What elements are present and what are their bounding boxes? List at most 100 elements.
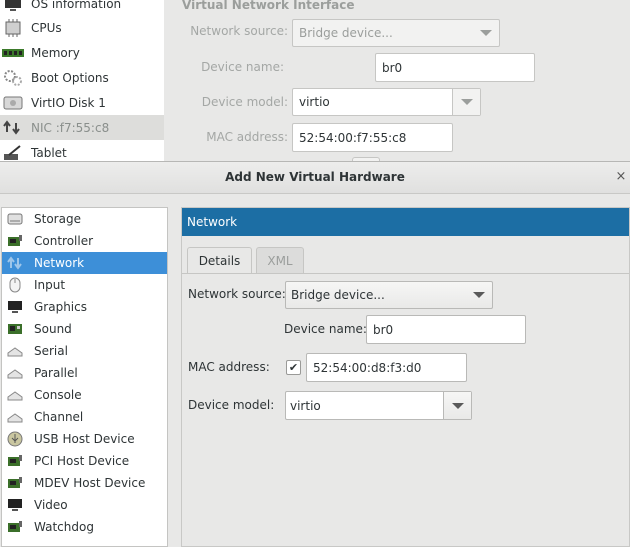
sidebar-item-label: Boot Options [31, 70, 109, 85]
sidebar-item-virtio-disk[interactable]: VirtIO Disk 1 [0, 90, 164, 115]
mouse-icon [7, 277, 23, 293]
mac-address-field[interactable]: 52:54:00:f7:55:c8 [292, 123, 453, 152]
device-name-field[interactable]: br0 [366, 315, 526, 344]
monitor-icon [2, 0, 24, 13]
chevron-down-icon [473, 292, 485, 298]
device-model-combo[interactable]: virtio [285, 391, 472, 420]
combo-toggle[interactable] [443, 392, 471, 419]
list-item-video[interactable]: Video [2, 494, 167, 516]
list-item-label: Video [34, 498, 68, 512]
list-item-sound[interactable]: Sound [2, 318, 167, 340]
sidebar-item-nic[interactable]: NIC :f7:55:c8 [0, 115, 164, 140]
gears-icon [2, 69, 24, 87]
list-item-console[interactable]: Console [2, 384, 167, 406]
chevron-down-icon [451, 402, 464, 409]
storage-icon [7, 211, 23, 227]
network-source-combo[interactable]: Bridge device... [285, 281, 493, 309]
network-source-label: Network source: [190, 24, 288, 38]
network-source-value: Bridge device... [299, 26, 393, 40]
parallel-icon [7, 365, 23, 381]
cpu-icon [2, 18, 24, 37]
list-item-watchdog[interactable]: Watchdog [2, 516, 167, 538]
sidebar-item-cpus[interactable]: CPUs [0, 15, 164, 40]
list-item-parallel[interactable]: Parallel [2, 362, 167, 384]
memory-icon [2, 44, 24, 62]
network-config-pane: Network Details XML Network source: Brid… [181, 207, 630, 547]
sidebar-item-label: VirtIO Disk 1 [31, 95, 106, 110]
dialog-titlebar[interactable]: Add New Virtual Hardware × [0, 162, 630, 194]
list-item-label: Storage [34, 212, 81, 226]
list-item-usb-host-device[interactable]: USB Host Device [2, 428, 167, 450]
display-icon [7, 299, 23, 315]
list-item-label: Serial [34, 344, 68, 358]
list-item-label: MDEV Host Device [34, 476, 146, 490]
nic-icon [2, 119, 24, 137]
list-item-label: PCI Host Device [34, 454, 130, 468]
tab-divider [182, 273, 629, 274]
watchdog-icon [7, 519, 23, 535]
tab-xml[interactable]: XML [256, 247, 304, 274]
device-model-combo[interactable]: virtio [292, 88, 481, 116]
video-icon [7, 497, 23, 513]
mac-address-field[interactable]: 52:54:00:d8:f3:d0 [306, 353, 467, 382]
mac-address-checkbox[interactable]: ✔ [286, 360, 301, 375]
list-item-label: Network [34, 256, 85, 270]
tablet-icon [2, 144, 24, 162]
list-item-label: Parallel [34, 366, 78, 380]
dialog-title: Add New Virtual Hardware [225, 170, 405, 184]
console-icon [7, 387, 23, 403]
device-model-value: virtio [299, 95, 330, 109]
list-item-network[interactable]: Network [2, 252, 167, 274]
usb-icon [7, 431, 23, 447]
device-name-field[interactable]: br0 [375, 53, 535, 82]
list-item-storage[interactable]: Storage [2, 208, 167, 230]
chevron-down-icon [460, 99, 473, 105]
network-source-value: Bridge device... [291, 288, 385, 302]
hardware-type-list: Storage Controller Network Input Graphic… [1, 207, 168, 547]
mac-address-label: MAC address: [188, 360, 270, 374]
pane-header: Network [182, 208, 629, 236]
device-model-label: Device model: [201, 95, 288, 109]
channel-icon [7, 409, 23, 425]
mdev-icon [7, 475, 23, 491]
add-hardware-dialog: Add New Virtual Hardware × Storage Contr… [0, 161, 630, 547]
list-item-label: USB Host Device [34, 432, 135, 446]
sidebar-item-label: Memory [31, 45, 80, 60]
network-source-combo[interactable]: Bridge device... [292, 19, 500, 47]
device-name-label: Device name: [284, 322, 367, 336]
sidebar-item-memory[interactable]: Memory [0, 40, 164, 65]
section-heading: Virtual Network Interface [182, 0, 355, 12]
tab-details[interactable]: Details [187, 247, 252, 274]
list-item-label: Controller [34, 234, 94, 248]
list-item-input[interactable]: Input [2, 274, 167, 296]
list-item-mdev-host-device[interactable]: MDEV Host Device [2, 472, 167, 494]
list-item-label: Channel [34, 410, 84, 424]
list-item-serial[interactable]: Serial [2, 340, 167, 362]
sidebar-item-os-information[interactable]: OS information [0, 0, 164, 16]
vm-details-window: OS information CPUs Memory Boot Options … [0, 0, 630, 164]
list-item-graphics[interactable]: Graphics [2, 296, 167, 318]
sidebar-item-label: CPUs [31, 20, 62, 35]
controller-icon [7, 233, 23, 249]
sidebar-item-boot-options[interactable]: Boot Options [0, 65, 164, 90]
list-item-label: Graphics [34, 300, 87, 314]
network-source-label: Network source: [188, 287, 286, 301]
list-item-label: Sound [34, 322, 72, 336]
device-name-label: Device name: [201, 60, 284, 74]
list-item-label: Input [34, 278, 66, 292]
nic-details-pane: Virtual Network Interface Network source… [164, 0, 630, 164]
device-name-value: br0 [373, 322, 394, 337]
mac-address-value: 52:54:00:d8:f3:d0 [313, 360, 422, 375]
mac-address-value: 52:54:00:f7:55:c8 [299, 130, 407, 145]
device-model-label: Device model: [188, 398, 275, 412]
device-name-value: br0 [382, 60, 403, 75]
list-item-channel[interactable]: Channel [2, 406, 167, 428]
list-item-label: Watchdog [34, 520, 94, 534]
close-icon[interactable]: × [614, 169, 628, 184]
list-item-controller[interactable]: Controller [2, 230, 167, 252]
list-item-pci-host-device[interactable]: PCI Host Device [2, 450, 167, 472]
disk-icon [2, 94, 24, 112]
serial-icon [7, 343, 23, 359]
list-item-label: Console [34, 388, 82, 402]
combo-toggle[interactable] [452, 89, 480, 115]
